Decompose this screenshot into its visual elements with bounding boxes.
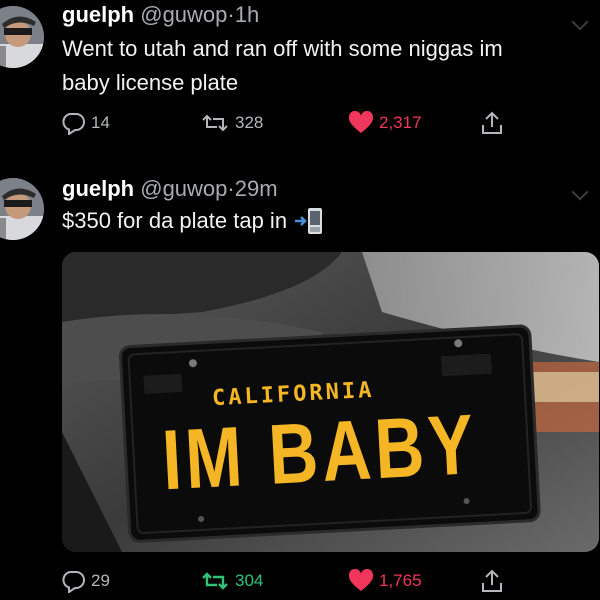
reply-count: 29 [91, 571, 110, 590]
share-button[interactable] [480, 568, 504, 594]
tweet-image-license-plate[interactable]: CALIFORNIA IM BABY [62, 252, 599, 552]
retweet-icon [202, 572, 228, 590]
share-icon [482, 569, 502, 592]
like-button[interactable]: 2,317 [348, 111, 422, 135]
separator: · [227, 176, 235, 201]
plate-number-text: IM BABY [160, 396, 480, 509]
chevron-down-icon[interactable] [571, 183, 589, 201]
tweet-text: Went to utah and ran off with some nigga… [62, 32, 597, 100]
handle[interactable]: @guwop [140, 2, 227, 27]
handle[interactable]: @guwop [140, 176, 227, 201]
reply-icon [62, 113, 85, 135]
tweet-actions: 14 328 2,317 [60, 108, 540, 138]
avatar[interactable] [0, 6, 44, 68]
phone-with-arrow-emoji [295, 208, 323, 234]
reply-button[interactable]: 14 [60, 111, 110, 135]
retweet-icon [202, 114, 228, 132]
tweet-text-line: $350 for da plate tap in [62, 208, 288, 233]
share-button[interactable] [480, 110, 504, 136]
avatar[interactable] [0, 178, 44, 240]
like-count: 2,317 [379, 113, 422, 132]
retweet-button[interactable]: 304 [200, 570, 263, 592]
separator: · [227, 2, 235, 27]
heart-icon [348, 569, 374, 591]
display-name[interactable]: guelph [62, 176, 134, 201]
like-button[interactable]: 1,765 [348, 569, 422, 593]
reply-count: 14 [91, 113, 110, 132]
retweet-count: 328 [235, 113, 264, 132]
reply-icon [62, 571, 85, 593]
tweet-1[interactable]: guelph @guwop·1h Went to utah and ran of… [0, 0, 600, 165]
timestamp[interactable]: 29m [235, 176, 278, 201]
tweet-actions: 29 304 1,765 [60, 566, 540, 596]
reply-button[interactable]: 29 [60, 569, 110, 593]
tweet-text-line: baby license plate [62, 70, 239, 95]
share-icon [482, 111, 502, 134]
timestamp[interactable]: 1h [235, 2, 259, 27]
tweet-text-line: Went to utah and ran off with some nigga… [62, 36, 503, 61]
tweet-header: guelph @guwop·1h [62, 2, 259, 28]
retweet-count: 304 [235, 571, 264, 590]
tweet-text: $350 for da plate tap in [62, 204, 597, 238]
chevron-down-icon[interactable] [571, 13, 589, 31]
like-count: 1,765 [379, 571, 422, 590]
display-name[interactable]: guelph [62, 2, 134, 27]
heart-icon [348, 111, 374, 133]
tweet-2[interactable]: guelph @guwop·29m $350 for da plate tap … [0, 170, 600, 600]
retweet-button[interactable]: 328 [200, 112, 263, 134]
tweet-header: guelph @guwop·29m [62, 176, 278, 202]
